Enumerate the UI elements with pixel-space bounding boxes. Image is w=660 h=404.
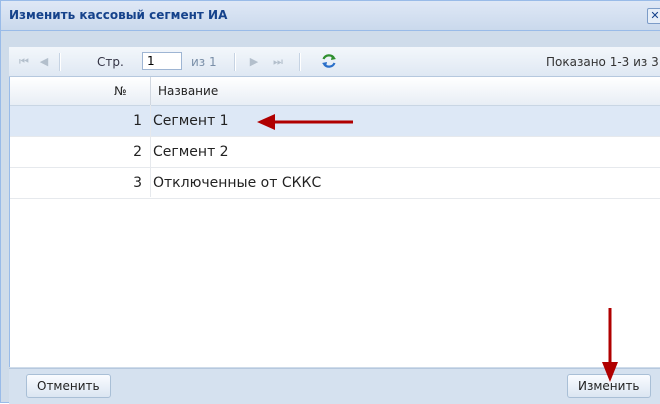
annotation-arrow-left-icon — [257, 114, 353, 130]
column-divider — [150, 77, 151, 105]
column-name-header[interactable]: Название — [158, 77, 218, 105]
last-page-icon[interactable]: ⏭ — [271, 55, 285, 69]
dialog-title: Изменить кассовый сегмент ИА — [9, 8, 228, 22]
page-label: Стр. — [97, 55, 124, 69]
page-number-input[interactable] — [142, 52, 182, 70]
close-icon[interactable]: ✕ — [647, 8, 660, 24]
row-name: Отключенные от СККС — [153, 175, 322, 191]
row-number: 1 — [133, 113, 142, 129]
annotation-arrow-down-icon — [602, 308, 618, 382]
row-number: 3 — [133, 175, 142, 191]
first-page-icon[interactable]: ⏮ — [17, 55, 31, 69]
toolbar-separator — [234, 53, 236, 71]
page-of-label: из 1 — [191, 55, 217, 69]
refresh-icon[interactable] — [320, 52, 338, 70]
next-page-icon[interactable]: ▶ — [247, 55, 261, 69]
toolbar-separator — [299, 53, 301, 71]
dialog-titlebar[interactable]: Изменить кассовый сегмент ИА ✕ — [1, 1, 660, 31]
row-name: Сегмент 2 — [153, 144, 229, 160]
cancel-button[interactable]: Отменить — [26, 374, 111, 398]
grid-header: № Название — [10, 77, 660, 106]
row-number: 2 — [133, 144, 142, 160]
table-row[interactable]: 2 Сегмент 2 — [10, 137, 660, 168]
column-number-header[interactable]: № — [114, 77, 126, 105]
table-row[interactable]: 3 Отключенные от СККС — [10, 168, 660, 199]
records-count-label: Показано 1-3 из 3 — [546, 55, 659, 69]
column-divider — [150, 105, 151, 197]
prev-page-icon[interactable]: ◀ — [37, 55, 51, 69]
row-name: Сегмент 1 — [153, 113, 229, 129]
dialog-footer: Отменить Изменить — [9, 368, 660, 404]
toolbar-separator — [59, 53, 61, 71]
pagination-toolbar: ⏮ ◀ Стр. из 1 ▶ ⏭ Показано 1-3 из 3 — [9, 47, 660, 77]
